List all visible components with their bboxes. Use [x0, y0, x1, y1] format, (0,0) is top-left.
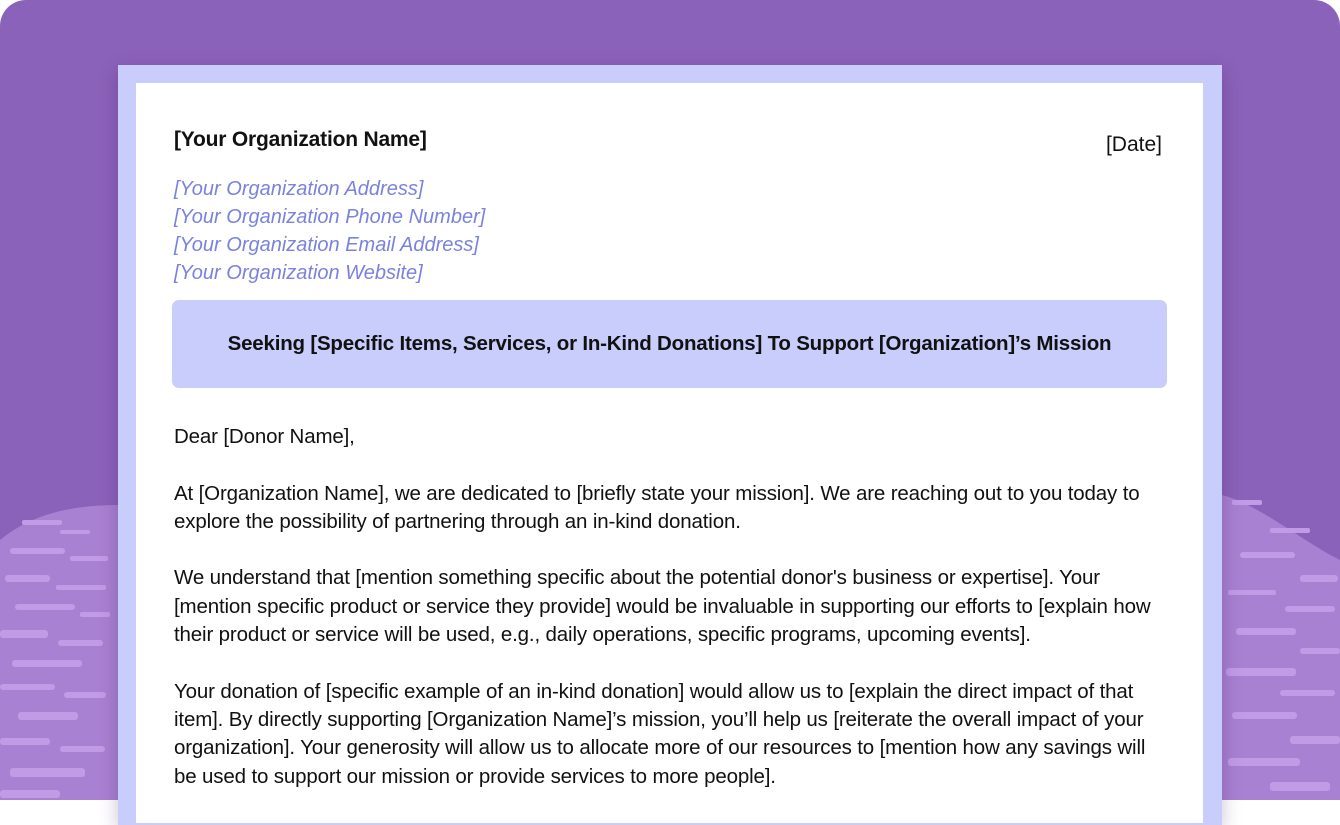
subject-line: Seeking [Specific Items, Services, or In…: [227, 332, 1112, 355]
paragraph-intro: At [Organization Name], we are dedicated…: [174, 481, 1140, 533]
organization-name: [Your Organization Name]: [174, 128, 427, 151]
salutation: Dear [Donor Name],: [174, 425, 355, 448]
organization-phone: [Your Organization Phone Number]: [174, 206, 486, 228]
paragraph-donor-value: We understand that [mention something sp…: [174, 566, 1151, 647]
letter-body: Dear [Donor Name], At [Organization Name…: [174, 423, 1159, 819]
letter-date: [Date]: [1105, 133, 1162, 156]
paragraph-impact: Your donation of [specific example of an…: [174, 679, 1146, 788]
organization-address: [Your Organization Address]: [174, 178, 424, 200]
organization-website: [Your Organization Website]: [174, 262, 423, 284]
organization-email: [Your Organization Email Address]: [174, 234, 479, 256]
subject-banner: Seeking [Specific Items, Services, or In…: [172, 300, 1167, 388]
contact-block: [Your Organization Address] [Your Organi…: [174, 175, 485, 287]
